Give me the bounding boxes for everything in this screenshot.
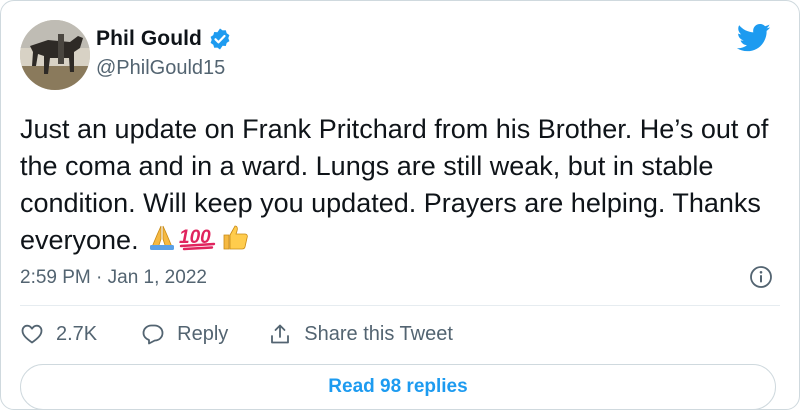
- reply-button[interactable]: Reply: [141, 322, 228, 346]
- like-button[interactable]: 2.7K: [20, 322, 97, 346]
- action-bar: 2.7K Reply Share this Tweet: [20, 322, 453, 346]
- tweet-card: Phil Gould @PhilGould15 Just an update o…: [0, 0, 800, 410]
- share-upload-icon: [271, 324, 290, 344]
- like-count: 2.7K: [56, 322, 98, 345]
- read-replies-label: Read 98 replies: [328, 376, 468, 397]
- author-handle[interactable]: @PhilGould15: [96, 57, 225, 80]
- tweet-body: Just an update on Frank Pritchard from h…: [20, 114, 776, 255]
- reply-label: Reply: [177, 322, 229, 345]
- tweet-text: Just an update on Frank Pritchard from h…: [20, 111, 770, 261]
- verified-badge-icon: [208, 27, 232, 51]
- tweet-timestamp[interactable]: 2:59 PM · Jan 1, 2022: [20, 267, 207, 289]
- folded-hands-emoji: [148, 223, 176, 261]
- hundred-points-emoji: 100: [178, 223, 218, 261]
- share-label: Share this Tweet: [304, 322, 453, 345]
- heart-icon: [21, 324, 43, 344]
- speech-bubble-icon: [142, 324, 164, 345]
- author-name[interactable]: Phil Gould: [96, 27, 202, 51]
- read-replies-button[interactable]: Read 98 replies: [20, 364, 776, 410]
- avatar[interactable]: [20, 20, 90, 90]
- thumbs-up-emoji: [220, 223, 250, 261]
- divider: [20, 305, 780, 306]
- twitter-bird-icon[interactable]: [737, 23, 771, 53]
- info-icon[interactable]: [749, 265, 773, 289]
- share-button[interactable]: Share this Tweet: [268, 322, 453, 346]
